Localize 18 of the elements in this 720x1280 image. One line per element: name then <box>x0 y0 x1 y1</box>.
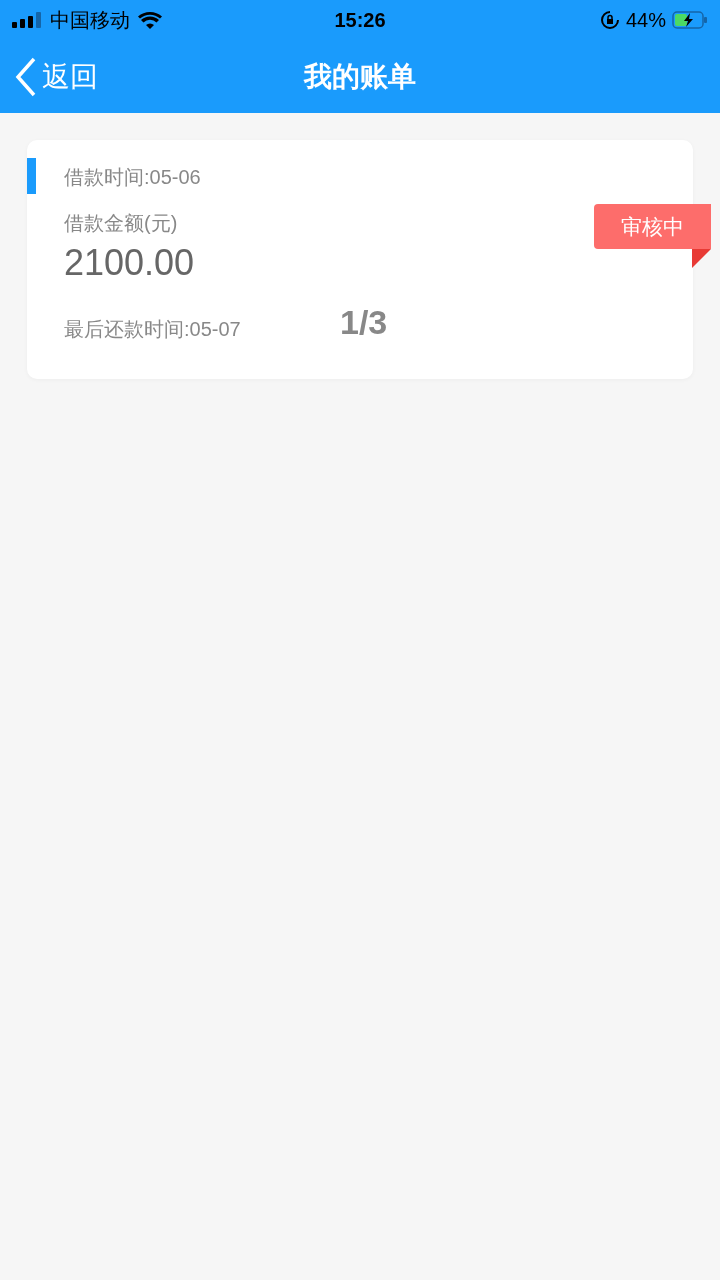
back-chevron-icon <box>14 56 38 97</box>
battery-charging-icon <box>672 11 708 29</box>
due-date: 最后还款时间:05-07 <box>64 317 242 342</box>
amount-value: 2100.00 <box>64 242 195 284</box>
loan-date: 借款时间:05-06 <box>64 165 201 190</box>
status-ribbon: 审核中 <box>594 204 711 249</box>
clock-time: 15:26 <box>334 8 386 33</box>
installment-count: 1/3 <box>340 302 388 342</box>
amount-label: 借款金额(元) <box>64 211 178 236</box>
ribbon-fold-icon <box>692 249 711 268</box>
carrier-name: 中国移动 <box>50 8 130 33</box>
wifi-icon <box>138 11 162 29</box>
back-button[interactable]: 返回 <box>0 55 98 98</box>
page-title: 我的账单 <box>304 59 416 94</box>
signal-icon <box>12 12 42 28</box>
rotation-lock-icon <box>599 10 620 30</box>
battery-percent: 44% <box>625 8 666 33</box>
accent-bar <box>27 158 36 194</box>
